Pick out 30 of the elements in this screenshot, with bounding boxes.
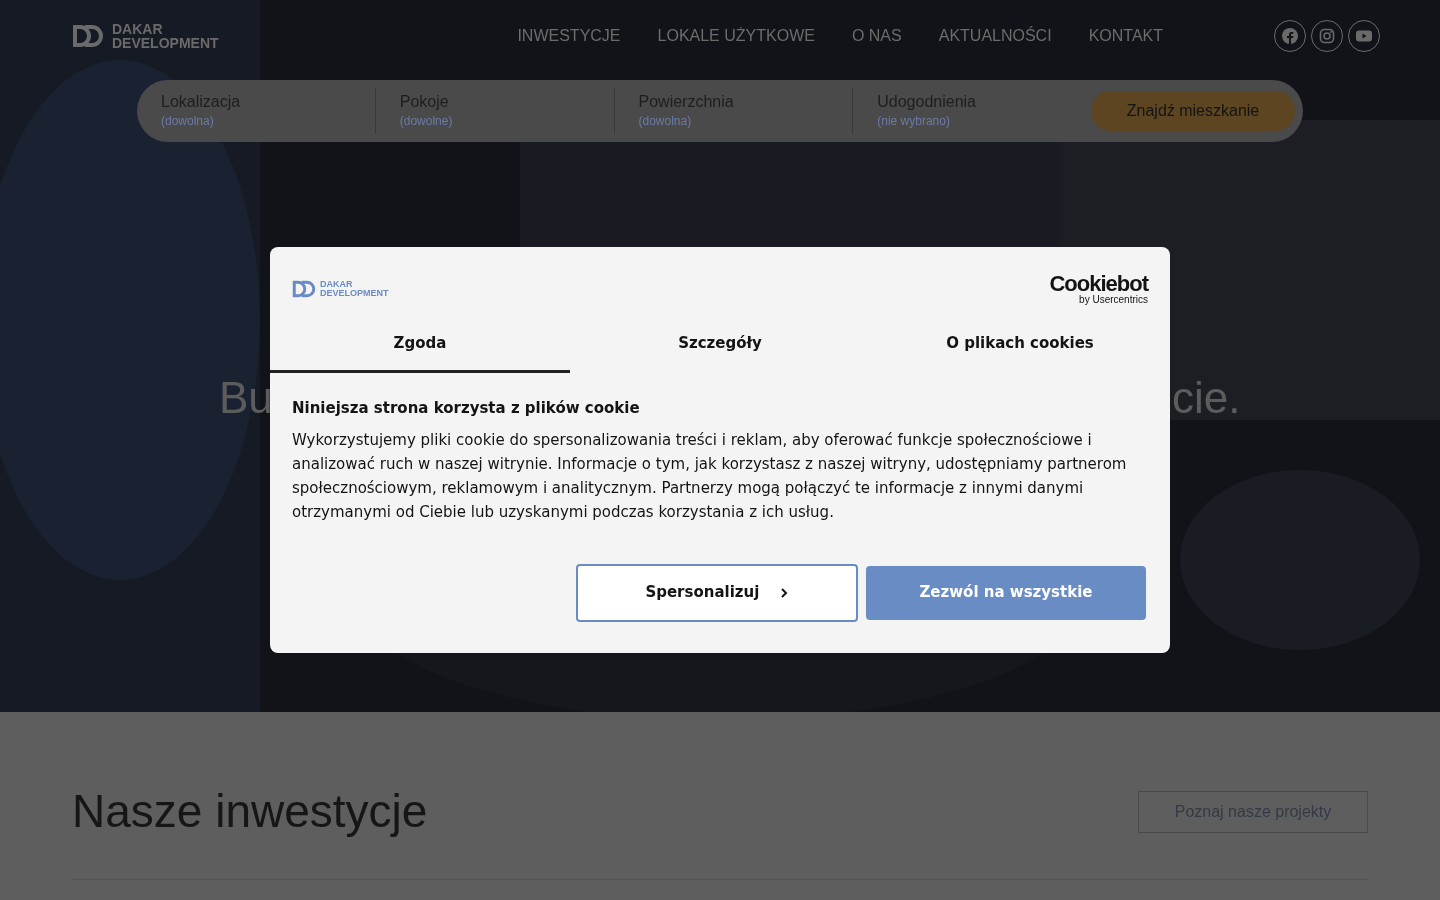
logo-icon [292,280,316,298]
chevron-right-icon [778,586,789,599]
allow-all-button[interactable]: Zezwól na wszystkie [866,565,1146,620]
instagram-icon[interactable] [1319,28,1335,44]
nav-link[interactable]: LOKALE UŻYTKOWE [657,24,815,48]
logo-text: DAKAR DEVELOPMENT [112,22,219,50]
provider-logo: Cookiebot [1049,273,1148,294]
filter-value: (dowolna) [161,113,215,130]
search-button[interactable]: Znajdź mieszkanie [1091,91,1295,131]
youtube-icon[interactable] [1356,28,1372,44]
customize-button[interactable]: Spersonalizuj [576,563,858,622]
dialog-tab[interactable]: O plikach cookies [870,317,1170,373]
filter-value: (dowolne) [399,113,454,130]
provider-byline: by Usercentrics [1079,293,1148,305]
nav-link[interactable]: O NAS [851,24,902,48]
hero-heading: cie. [1172,372,1241,424]
dialog-tab[interactable]: Szczegóły [570,317,870,373]
facebook-icon[interactable] [1282,28,1298,44]
filter-value: (nie wybrano) [877,113,951,130]
logo-text: DAKAR DEVELOPMENT [320,280,389,298]
dialog-title: Niniejsza strona korzysta z plików cookie [292,398,641,419]
nav-link[interactable]: INWESTYCJE [517,24,621,48]
nav-link[interactable]: KONTAKT [1088,24,1163,48]
dialog-tab[interactable]: Zgoda [270,317,570,373]
logo-icon [72,24,104,48]
filter-value: (dowolna) [638,113,693,130]
nav-link[interactable]: AKTUALNOŚCI [938,24,1052,48]
hero-heading: Bu [219,372,273,424]
section-title: Nasze inwestycje [72,784,428,839]
dialog-text: Wykorzystujemy pliki cookie do spersonalizowania treści i reklam, aby oferować funkcje społecznościowe i analizować ruch w naszej witrynie. Informacje o tym, jak korzystasz z naszej witryny, udostępniamy partnerom społecznościowym, reklamowym i analitycznym. Partnerzy mogą połączyć te informacje z innymi danymi otrzymanymi od Ciebie lub uzyskanymi podczas korzystania z ich usług. [292,429,1128,523]
